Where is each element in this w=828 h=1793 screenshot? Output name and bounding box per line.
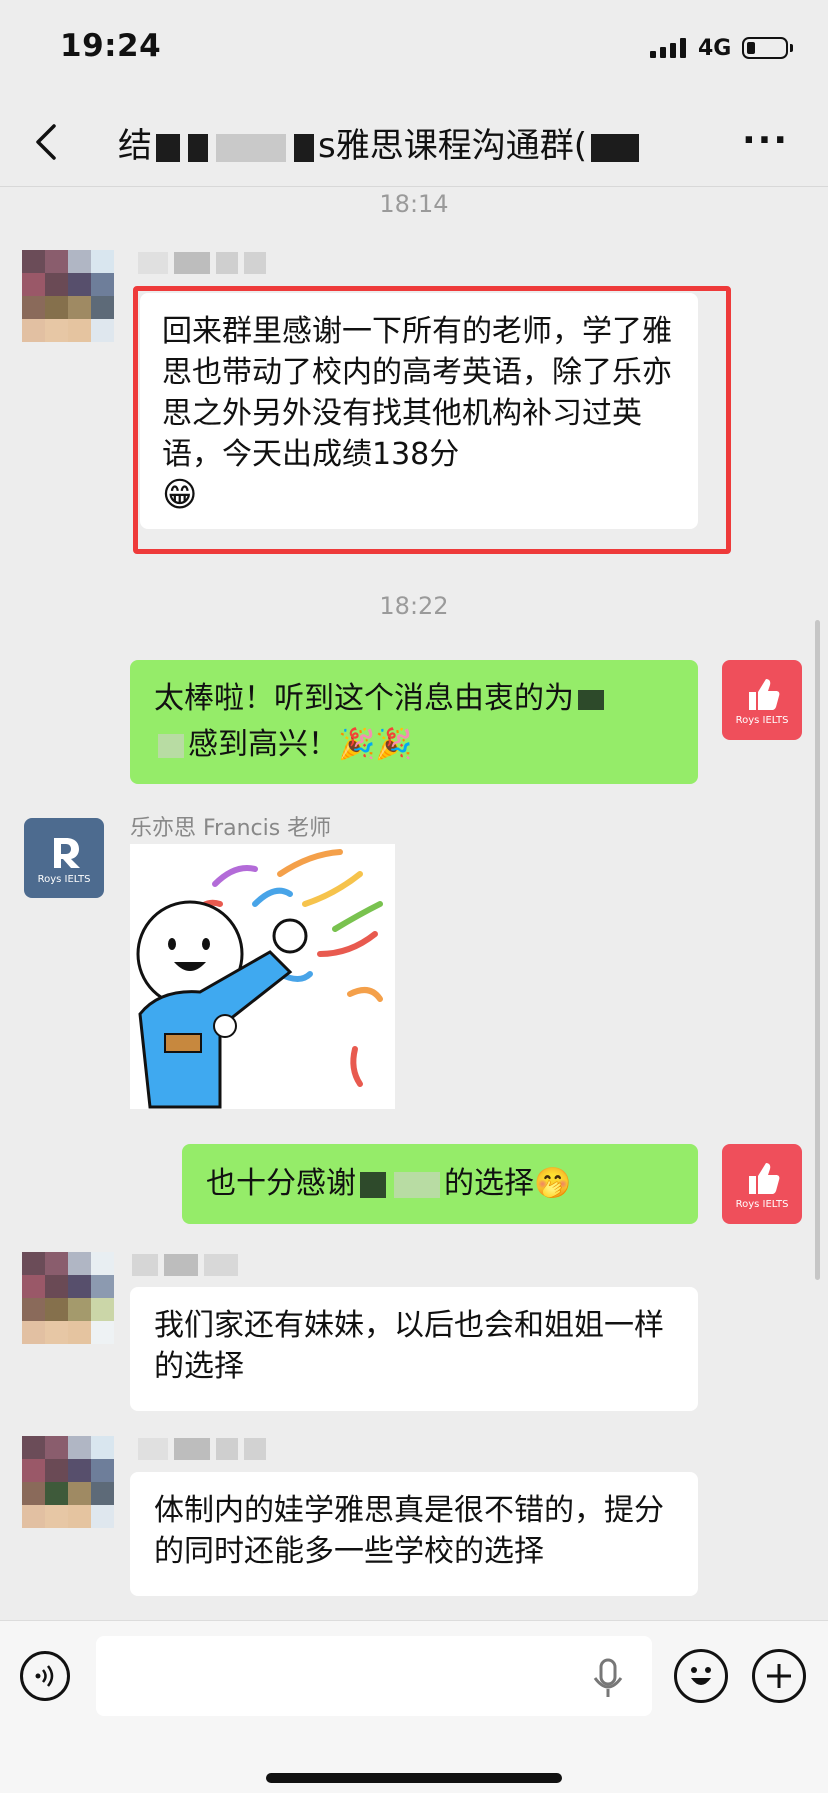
sticker-image[interactable] <box>130 844 395 1109</box>
sender-name-redacted <box>132 1254 238 1276</box>
avatar[interactable] <box>22 1252 114 1344</box>
thumbs-up-icon <box>749 1162 780 1194</box>
chat-header: 结 s雅思课程沟通群( ··· <box>0 100 828 187</box>
message-text: 回来群里感谢一下所有的老师，学了雅思也带动了校内的高考英语，除了乐亦思之外另外没… <box>162 314 672 472</box>
message-input[interactable] <box>96 1636 652 1716</box>
redacted-text <box>360 1171 386 1198</box>
message-text: 感到高兴！ <box>188 727 338 762</box>
message-text: 我们家还有妹妹，以后也会和姐姐一样的选择 <box>154 1308 664 1384</box>
grin-emoji: 😁 <box>162 475 198 515</box>
back-icon[interactable] <box>26 120 70 164</box>
timestamp: 18:14 <box>379 190 449 218</box>
message-bubble[interactable]: 回来群里感谢一下所有的老师，学了雅思也带动了校内的高考英语，除了乐亦思之外另外没… <box>140 293 698 529</box>
redacted-text <box>294 133 314 162</box>
message-text: 也十分感谢 <box>206 1166 356 1201</box>
party-emoji: 🎉🎉 <box>338 727 413 762</box>
message-bubble[interactable]: 太棒啦！听到这个消息由衷的为感到高兴！🎉🎉 <box>130 660 698 784</box>
message-bubble[interactable]: 也十分感谢 的选择🤭 <box>182 1144 698 1224</box>
scrollbar[interactable] <box>815 620 820 1280</box>
title-middle: s雅思课程沟通群( <box>318 126 587 166</box>
plus-icon[interactable] <box>752 1649 806 1703</box>
microphone-icon[interactable] <box>590 1657 626 1701</box>
brand-logo-icon <box>54 837 80 868</box>
avatar[interactable]: Roys IELTS <box>722 660 802 740</box>
avatar[interactable]: Roys IELTS <box>24 818 104 898</box>
title-prefix: 结 <box>118 126 152 166</box>
redacted-text <box>188 133 208 162</box>
sender-name-redacted <box>138 252 266 274</box>
emoji-icon[interactable] <box>674 1649 728 1703</box>
more-icon[interactable]: ··· <box>742 120 802 161</box>
brand-label: Roys IELTS <box>37 873 91 885</box>
message-text: 体制内的娃学雅思真是很不错的，提分的同时还能多一些学校的选择 <box>154 1493 664 1569</box>
signal-icon <box>650 38 690 58</box>
message-bubble[interactable]: 我们家还有妹妹，以后也会和姐姐一样的选择 <box>130 1287 698 1411</box>
redacted-text <box>590 133 639 162</box>
sender-name-redacted <box>138 1438 266 1460</box>
battery-icon <box>742 37 793 59</box>
voice-icon[interactable] <box>20 1651 70 1701</box>
avatar[interactable]: Roys IELTS <box>722 1144 802 1224</box>
avatar[interactable] <box>22 1436 114 1528</box>
timestamp: 18:22 <box>379 592 449 620</box>
redacted-text <box>394 1171 440 1198</box>
message-text: 太棒啦！听到这个消息由衷的为 <box>154 681 574 716</box>
redacted-text <box>158 733 184 758</box>
message-text: 的选择 <box>444 1166 534 1201</box>
redacted-text <box>216 133 286 162</box>
redacted-text <box>578 689 604 710</box>
status-time: 19:24 <box>60 28 162 64</box>
thumbs-up-icon <box>749 678 780 710</box>
status-bar: 19:24 4G <box>0 0 828 100</box>
home-indicator <box>266 1773 562 1783</box>
brand-label: Roys IELTS <box>735 1198 789 1210</box>
sender-name: 乐亦思 Francis 老师 <box>130 816 332 841</box>
network-label: 4G <box>698 36 732 61</box>
input-bar <box>0 1620 828 1793</box>
shush-emoji: 🤭 <box>534 1166 572 1201</box>
message-bubble[interactable]: 体制内的娃学雅思真是很不错的，提分的同时还能多一些学校的选择 <box>130 1472 698 1596</box>
redacted-text <box>156 133 180 162</box>
brand-label: Roys IELTS <box>735 714 789 726</box>
chat-title: 结 s雅思课程沟通群( <box>118 118 718 167</box>
avatar[interactable] <box>22 250 114 342</box>
